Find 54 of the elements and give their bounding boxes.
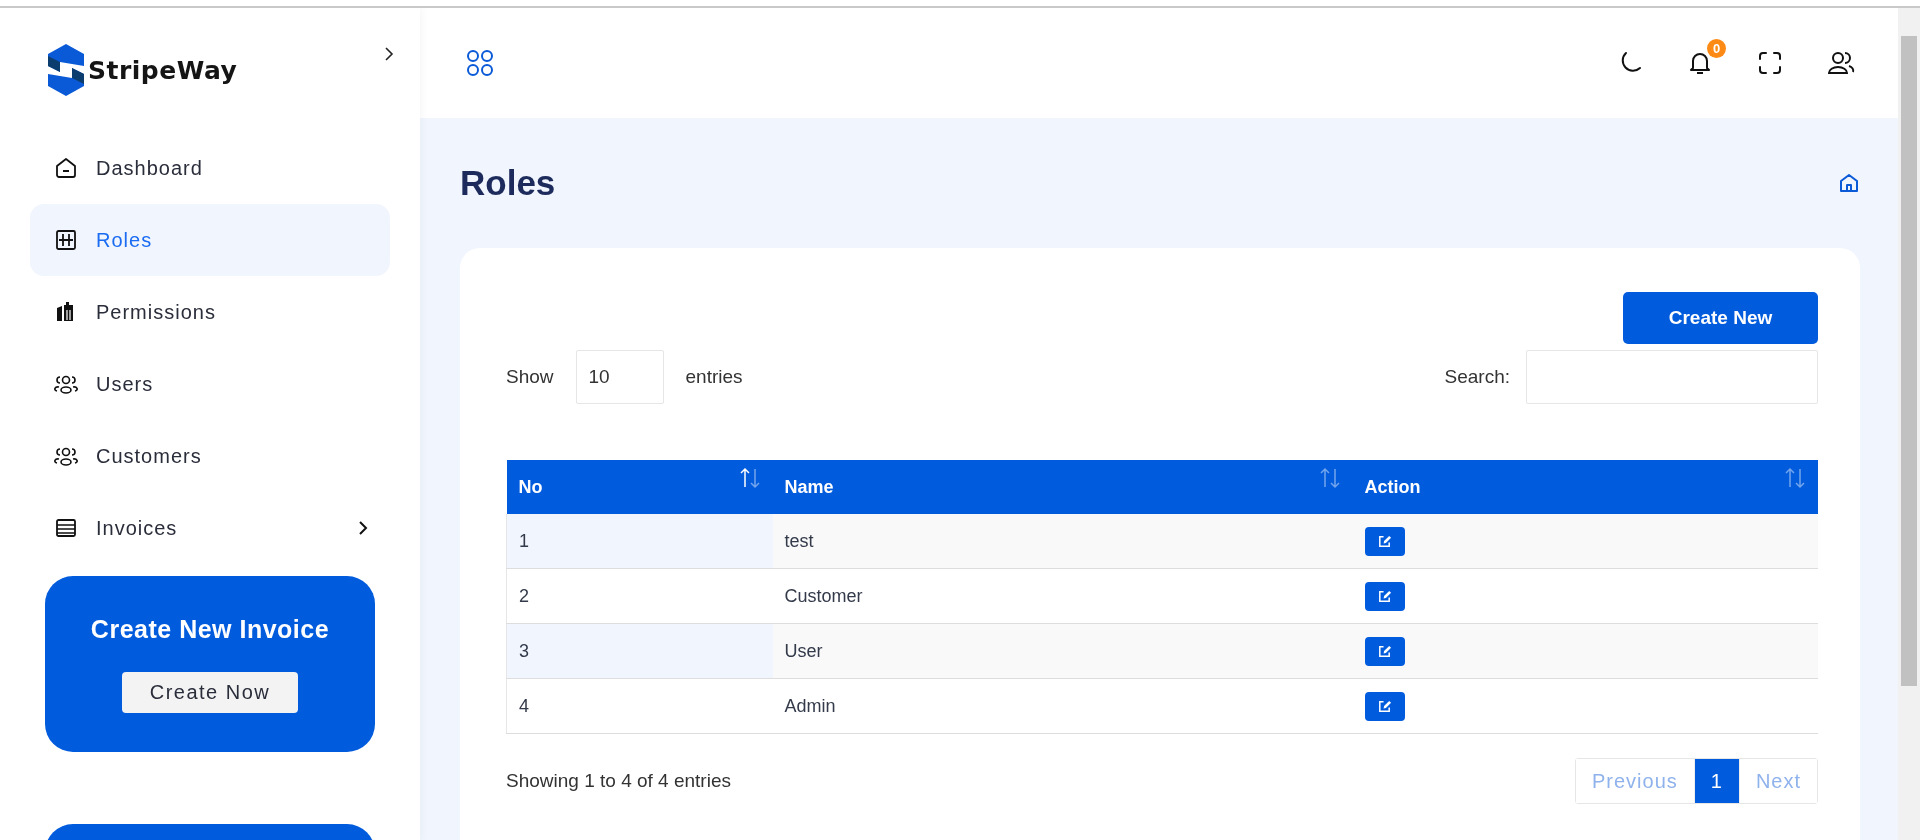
entries-select[interactable]: 10: [575, 350, 664, 404]
create-now-button[interactable]: Create Now: [121, 672, 299, 713]
home-icon[interactable]: [1838, 172, 1860, 194]
edit-icon: [1377, 643, 1392, 659]
sidebar-item[interactable]: Users: [30, 348, 390, 420]
column-header[interactable]: No: [506, 460, 773, 514]
menu-label: Customers: [96, 444, 203, 468]
edit-button[interactable]: [1364, 636, 1405, 666]
sidebar-item[interactable]: Customers: [30, 420, 390, 492]
search-field[interactable]: [1526, 350, 1818, 404]
column-header[interactable]: Action: [1352, 460, 1818, 514]
table-cell: Admin: [784, 695, 836, 716]
show-label: Show: [506, 366, 554, 388]
menu-label: Invoices: [96, 516, 179, 540]
grid-icon: [54, 228, 78, 252]
apps-icon[interactable]: [466, 49, 494, 77]
sidebar-item[interactable]: Roles: [30, 204, 390, 276]
table-cell: test: [784, 530, 814, 551]
table-cell: 1: [519, 530, 529, 551]
home-icon: [54, 156, 78, 180]
page-button[interactable]: 1: [1693, 759, 1739, 803]
menu-label: Permissions: [96, 300, 217, 324]
edit-button[interactable]: [1364, 526, 1405, 556]
entries-label: entries: [685, 366, 743, 388]
page-title: Roles: [460, 163, 556, 203]
menu-label: Dashboard: [96, 156, 204, 180]
sidebar-item[interactable]: Invoices: [30, 492, 390, 564]
users-icon[interactable]: [1826, 49, 1856, 77]
edit-button[interactable]: [1364, 581, 1405, 611]
chevron-right-icon[interactable]: [384, 46, 394, 62]
menu-label: Roles: [96, 228, 154, 252]
edit-icon: [1377, 588, 1392, 604]
invoice-icon: [54, 516, 78, 540]
sidebar-item[interactable]: Permissions: [30, 276, 390, 348]
notification-badge: 0: [1707, 39, 1726, 58]
menu-label: Users: [96, 372, 155, 396]
entries-info: Showing 1 to 4 of 4 entries: [506, 770, 731, 792]
edit-button[interactable]: [1364, 691, 1405, 721]
edit-icon: [1377, 698, 1392, 714]
table-cell: User: [784, 640, 823, 661]
promo-title: Create New Invoice: [90, 615, 330, 644]
column-header[interactable]: Name: [772, 460, 1353, 514]
create-new-button[interactable]: Create New: [1623, 292, 1818, 344]
table-cell: 2: [519, 585, 529, 606]
logo-icon: [46, 44, 86, 96]
sidebar-item[interactable]: Dashboard: [30, 132, 390, 204]
scrollbar[interactable]: [1898, 8, 1920, 840]
brand-name: StripeWay: [88, 55, 238, 85]
table-cell: 4: [519, 695, 529, 716]
fullscreen-icon[interactable]: [1756, 49, 1784, 77]
edit-icon: [1377, 533, 1392, 549]
table-cell: Customer: [784, 585, 863, 606]
search-label: Search:: [1444, 366, 1510, 388]
table-cell: 3: [519, 640, 529, 661]
